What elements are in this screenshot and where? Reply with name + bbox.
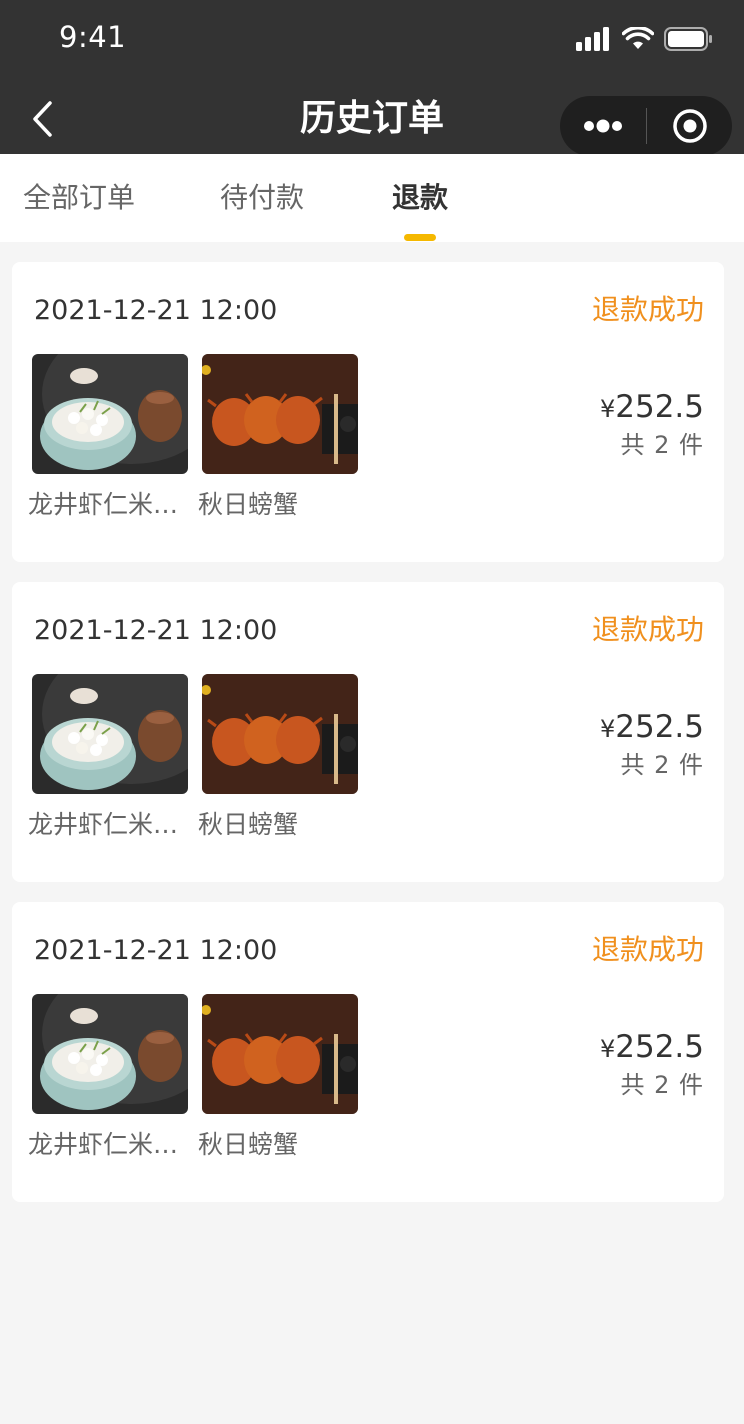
- order-price: ¥252.5: [600, 1028, 704, 1068]
- shrimp-dish-image: [32, 354, 188, 474]
- order-status: 退款成功: [591, 293, 704, 326]
- product-item: 龙井虾仁米…: [28, 994, 188, 1162]
- crab-dish-image: [202, 354, 358, 474]
- crab-dish-image: [202, 994, 358, 1114]
- item-count: 共 2 件: [620, 431, 704, 459]
- currency-symbol: ¥: [599, 715, 616, 743]
- battery-icon: [664, 27, 712, 51]
- close-target-icon: [672, 109, 707, 143]
- crab-dish-image: [202, 674, 358, 794]
- order-card[interactable]: 2021-12-21 12:00 退款成功 龙井虾仁米… 秋日螃蟹 ¥252.5…: [12, 262, 724, 562]
- product-name: 秋日螃蟹: [198, 810, 299, 839]
- status-time: 9:41: [59, 20, 127, 54]
- order-card[interactable]: 2021-12-21 12:00 退款成功 龙井虾仁米… 秋日螃蟹 ¥252.5…: [12, 582, 724, 882]
- tab-all-orders[interactable]: 全部订单: [23, 180, 135, 216]
- mini-program-capsule: [560, 96, 732, 156]
- price-value: 252.5: [615, 1029, 704, 1065]
- more-dots-icon: [584, 119, 622, 133]
- order-list: 2021-12-21 12:00 退款成功 龙井虾仁米… 秋日螃蟹 ¥252.5…: [12, 262, 724, 1222]
- product-name: 龙井虾仁米…: [28, 810, 179, 839]
- item-count: 共 2 件: [620, 751, 704, 779]
- order-time: 2021-12-21 12:00: [34, 615, 278, 646]
- currency-symbol: ¥: [599, 1035, 616, 1063]
- product-name: 龙井虾仁米…: [28, 1130, 179, 1159]
- active-tab-indicator: [404, 234, 436, 241]
- tab-refund[interactable]: 退款: [392, 180, 448, 216]
- order-tabs: 全部订单 待付款 退款: [0, 154, 744, 242]
- product-item: 龙井虾仁米…: [28, 674, 188, 842]
- product-item: 秋日螃蟹: [198, 994, 358, 1162]
- tab-pending-payment[interactable]: 待付款: [220, 180, 304, 216]
- item-count: 共 2 件: [620, 1071, 704, 1099]
- product-item: 秋日螃蟹: [198, 354, 358, 522]
- top-bar: 9:41 历史订单: [0, 0, 744, 156]
- product-name: 秋日螃蟹: [198, 1130, 299, 1159]
- status-icons: [576, 26, 714, 52]
- currency-symbol: ¥: [599, 395, 616, 423]
- wifi-icon: [622, 27, 654, 49]
- signal-icon: [576, 27, 609, 51]
- order-card[interactable]: 2021-12-21 12:00 退款成功 龙井虾仁米… 秋日螃蟹 ¥252.5…: [12, 902, 724, 1202]
- product-item: 秋日螃蟹: [198, 674, 358, 842]
- price-value: 252.5: [615, 389, 704, 425]
- order-time: 2021-12-21 12:00: [34, 295, 278, 326]
- shrimp-dish-image: [32, 674, 188, 794]
- shrimp-dish-image: [32, 994, 188, 1114]
- close-button[interactable]: [647, 96, 732, 156]
- order-status: 退款成功: [591, 933, 704, 966]
- order-price: ¥252.5: [600, 388, 704, 428]
- price-value: 252.5: [615, 709, 704, 745]
- order-status: 退款成功: [591, 613, 704, 646]
- order-time: 2021-12-21 12:00: [34, 935, 278, 966]
- order-price: ¥252.5: [600, 708, 704, 748]
- product-name: 龙井虾仁米…: [28, 490, 179, 519]
- product-item: 龙井虾仁米…: [28, 354, 188, 522]
- more-button[interactable]: [560, 96, 646, 156]
- product-name: 秋日螃蟹: [198, 490, 299, 519]
